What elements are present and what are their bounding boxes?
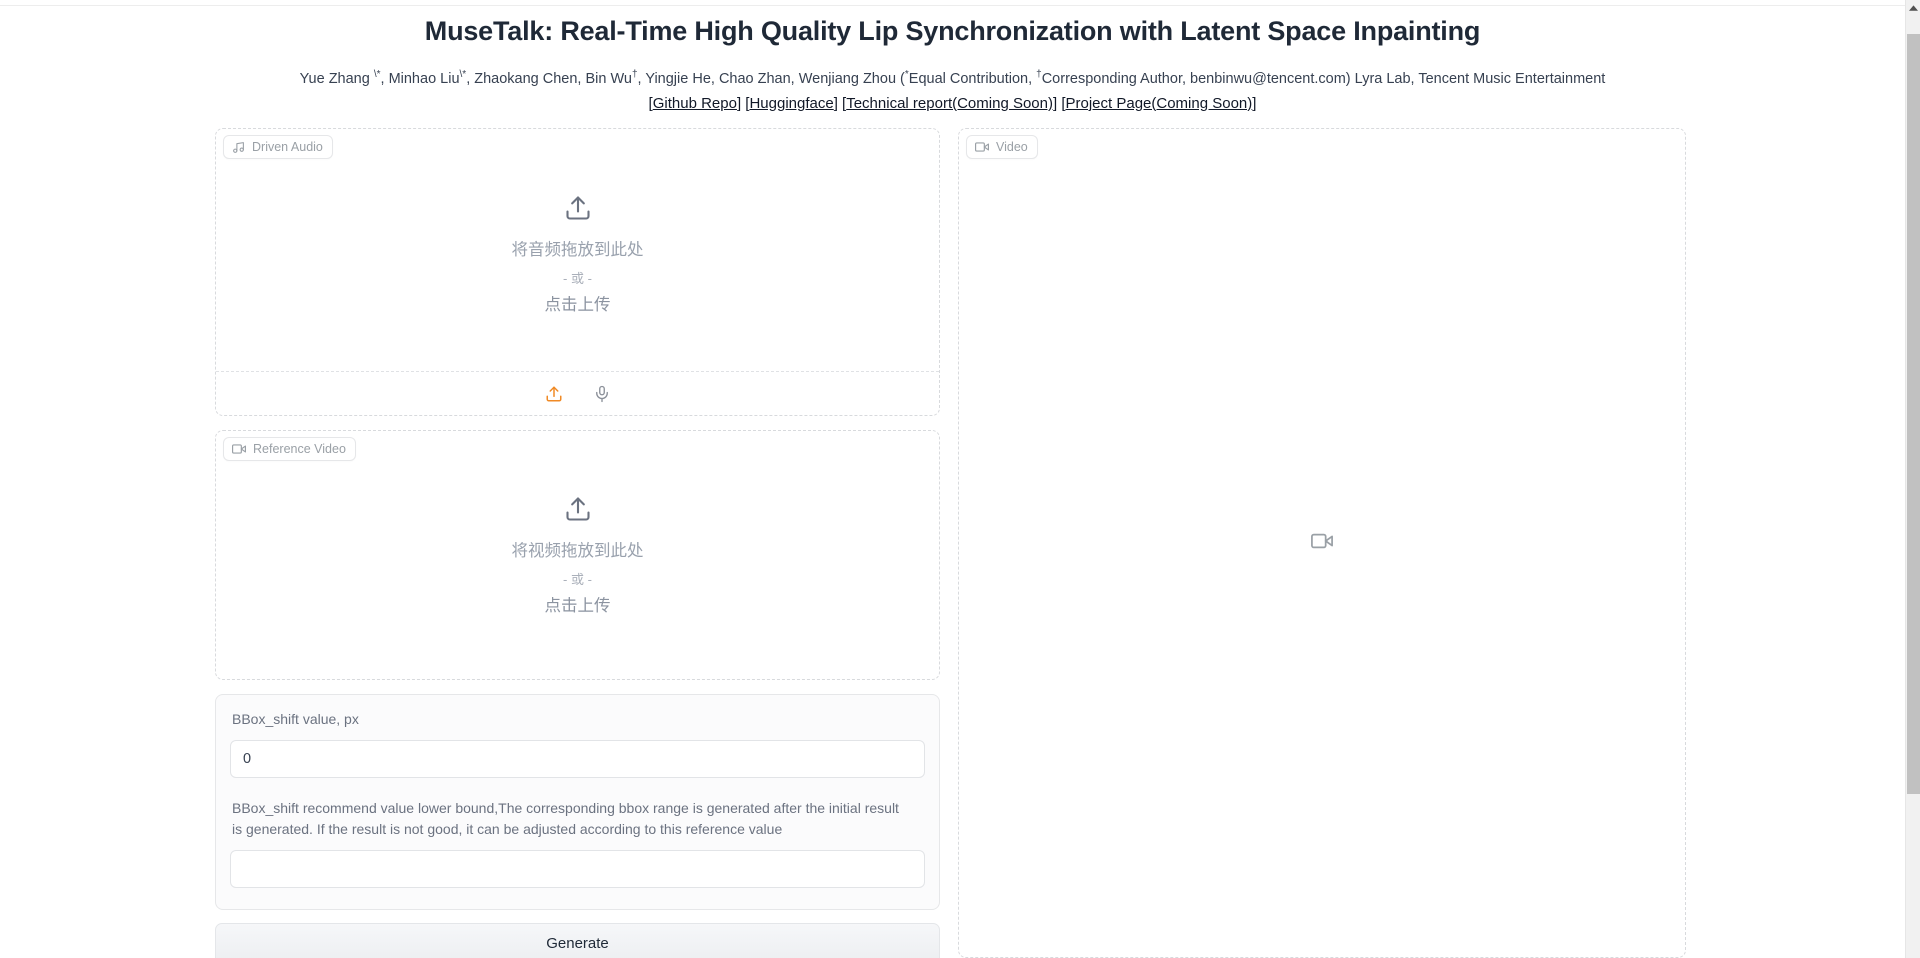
- author-text-4: , Yingjie He, Chao Zhan, Wenjiang Zhou (: [637, 70, 905, 87]
- technical-report-link[interactable]: Technical report(Coming Soon): [846, 95, 1053, 112]
- music-note-icon: [232, 141, 245, 154]
- driven-audio-toolbar: [216, 371, 939, 415]
- link-bracket-close-3: ]: [1252, 94, 1257, 112]
- video-camera-icon: [975, 140, 989, 154]
- authors-line: Yue Zhang \*, Minhao Liu\*, Zhaokang Che…: [0, 67, 1905, 91]
- reference-video-drop-text: 将视频拖放到此处: [511, 541, 644, 560]
- bbox-shift-input[interactable]: [230, 739, 925, 778]
- driven-audio-label-chip: Driven Audio: [223, 135, 333, 160]
- reference-video-click-upload-text: 点击上传: [544, 596, 611, 615]
- project-page-link[interactable]: Project Page(Coming Soon): [1066, 95, 1253, 112]
- video-output-label-chip: Video: [966, 135, 1038, 160]
- huggingface-link[interactable]: Huggingface: [749, 95, 833, 112]
- video-camera-icon: [232, 442, 246, 456]
- video-output-block[interactable]: Video: [958, 128, 1686, 958]
- reference-video-dropzone[interactable]: 将视频拖放到此处 - 或 - 点击上传: [216, 431, 939, 679]
- page-title: MuseTalk: Real-Time High Quality Lip Syn…: [424, 16, 1481, 46]
- author-text-6: Corresponding Author, benbinwu@tencent.c…: [1041, 70, 1606, 87]
- author-text-5: Equal Contribution,: [908, 70, 1037, 87]
- params-block: BBox_shift value, px BBox_shift recommen…: [215, 694, 940, 910]
- reference-video-or-text: - 或 -: [563, 571, 592, 587]
- github-repo-link[interactable]: Github Repo: [653, 95, 737, 112]
- bbox-shift-description: BBox_shift recommend value lower bound,T…: [232, 799, 899, 837]
- link-bracket-close-1: ]: [833, 94, 843, 112]
- vertical-scrollbar[interactable]: [1905, 0, 1920, 958]
- reference-video-label-text: Reference Video: [253, 442, 346, 457]
- main-columns: Driven Audio 将音频拖放到此处 - 或 - 点击上传 Referen…: [0, 114, 1905, 958]
- author-text-2: , Minhao Liu: [380, 70, 460, 87]
- scrollbar-thumb[interactable]: [1907, 34, 1920, 794]
- top-divider: [0, 5, 1905, 6]
- upload-icon: [564, 194, 592, 227]
- driven-audio-or-text: - 或 -: [563, 270, 592, 286]
- bbox-shift-label: BBox_shift value, px: [232, 711, 359, 728]
- driven-audio-dropzone[interactable]: 将音频拖放到此处 - 或 - 点击上传: [216, 129, 939, 371]
- right-column: Video: [958, 128, 1686, 958]
- microphone-icon[interactable]: [590, 382, 614, 406]
- generate-button[interactable]: Generate: [215, 922, 940, 958]
- video-camera-placeholder-icon: [1311, 530, 1333, 557]
- upload-icon: [564, 495, 592, 528]
- reference-video-block[interactable]: Reference Video 将视频拖放到此处 - 或 - 点击上传: [215, 430, 940, 681]
- bbox-shift-result-textarea[interactable]: [230, 849, 925, 888]
- page-content: MuseTalk: Real-Time High Quality Lip Syn…: [0, 0, 1905, 958]
- author-text-1: Yue Zhang: [299, 70, 374, 87]
- author-text-3: , Zhaokang Chen, Bin Wu: [466, 70, 632, 87]
- driven-audio-label-text: Driven Audio: [252, 140, 323, 155]
- left-column: Driven Audio 将音频拖放到此处 - 或 - 点击上传 Referen…: [215, 128, 940, 958]
- reference-video-label-chip: Reference Video: [223, 437, 356, 462]
- audio-upload-icon[interactable]: [542, 382, 566, 406]
- video-output-label-text: Video: [996, 140, 1028, 155]
- driven-audio-block[interactable]: Driven Audio 将音频拖放到此处 - 或 - 点击上传: [215, 128, 940, 417]
- driven-audio-click-upload-text: 点击上传: [544, 295, 611, 314]
- app-page: MuseTalk: Real-Time High Quality Lip Syn…: [0, 0, 1920, 958]
- links-row: [Github Repo] [Huggingface] [Technical r…: [0, 93, 1905, 115]
- driven-audio-drop-text: 将音频拖放到此处: [511, 240, 644, 259]
- scroll-up-arrow-icon[interactable]: [1906, 0, 1920, 16]
- author-sup-1: \*: [373, 69, 381, 81]
